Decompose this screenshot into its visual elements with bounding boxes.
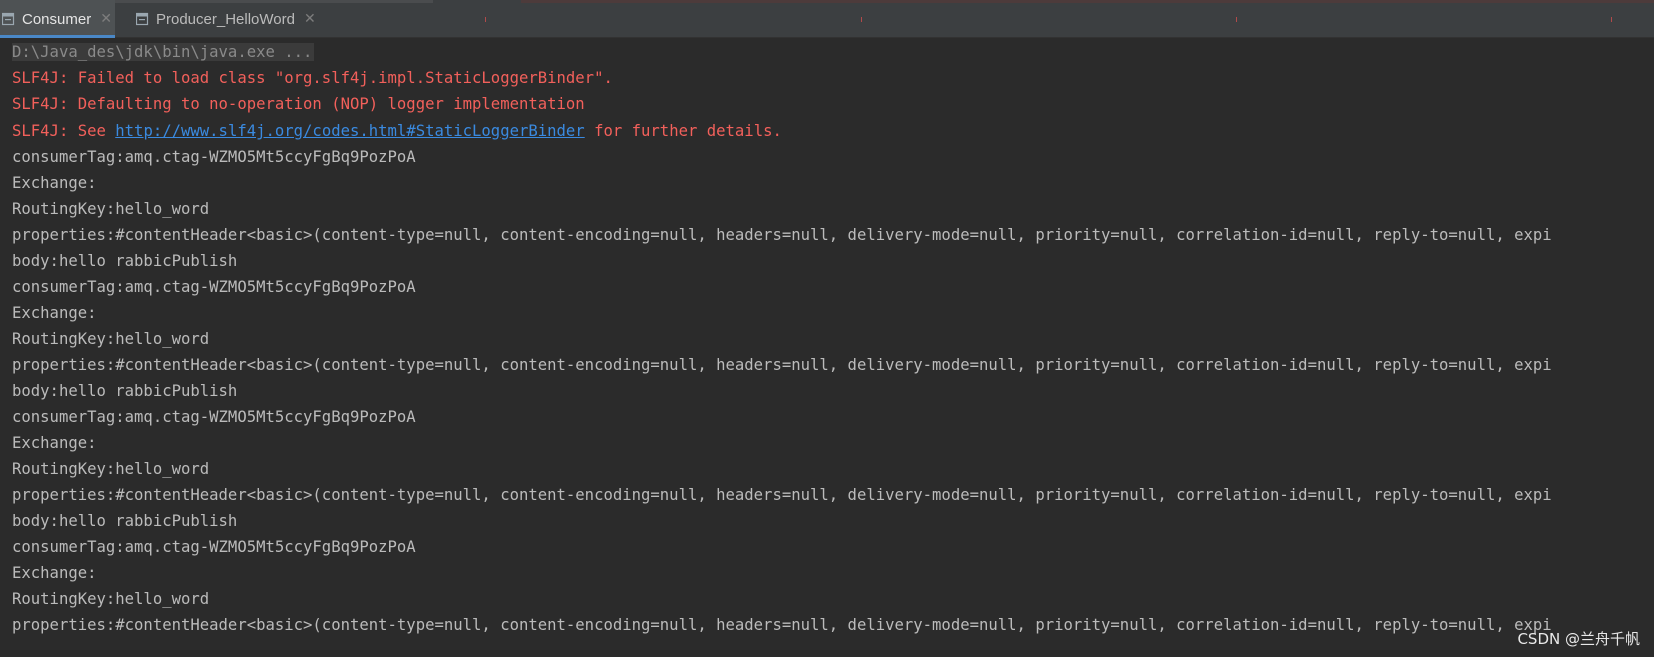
tab-producer-helloword[interactable]: Producer_HelloWord ✕ <box>134 0 344 38</box>
exchange-line: Exchange: <box>12 434 97 452</box>
consumer-tag-line: consumerTag:amq.ctag-WZMO5Mt5ccyFgBq9Poz… <box>12 538 416 556</box>
run-config-icon <box>136 12 150 26</box>
routing-key-line: RoutingKey:hello_word <box>12 200 210 218</box>
console-line-error: SLF4J: Failed to load class "org.slf4j.i… <box>12 69 613 87</box>
consumer-tag-line: consumerTag:amq.ctag-WZMO5Mt5ccyFgBq9Poz… <box>12 278 416 296</box>
tab-label: Consumer <box>22 10 92 28</box>
divider-marker <box>1611 17 1612 22</box>
run-tab-bar: Consumer ✕ Producer_HelloWord ✕ <box>0 0 1654 38</box>
body-line: body:hello rabbicPublish <box>12 382 238 400</box>
routing-key-line: RoutingKey:hello_word <box>12 330 210 348</box>
consumer-tag-line: consumerTag:amq.ctag-WZMO5Mt5ccyFgBq9Poz… <box>12 408 416 426</box>
console-line-error: SLF4J: Defaulting to no-operation (NOP) … <box>12 95 585 113</box>
slf4j-docs-link[interactable]: http://www.slf4j.org/codes.html#StaticLo… <box>115 122 584 140</box>
exchange-line: Exchange: <box>12 174 97 192</box>
routing-key-line: RoutingKey:hello_word <box>12 460 210 478</box>
properties-line: properties:#contentHeader<basic>(content… <box>12 616 1552 634</box>
properties-line: properties:#contentHeader<basic>(content… <box>12 226 1552 244</box>
command-line: D:\Java_des\jdk\bin\java.exe ... <box>12 43 315 61</box>
close-icon[interactable]: ✕ <box>304 11 316 27</box>
tab-consumer[interactable]: Consumer ✕ <box>0 0 115 38</box>
divider-marker <box>485 17 486 22</box>
ide-run-window: Consumer ✕ Producer_HelloWord ✕ D:\Java_… <box>0 0 1654 657</box>
tab-label: Producer_HelloWord <box>156 10 295 28</box>
divider-marker <box>861 17 862 22</box>
exchange-line: Exchange: <box>12 304 97 322</box>
tab-strip-top-border-right <box>521 0 1654 3</box>
csdn-watermark: CSDN @兰舟千帆 <box>1517 630 1640 648</box>
exchange-line: Exchange: <box>12 564 97 582</box>
console-output[interactable]: D:\Java_des\jdk\bin\java.exe ... SLF4J: … <box>0 38 1654 657</box>
close-icon[interactable]: ✕ <box>100 11 112 27</box>
console-line-command: D:\Java_des\jdk\bin\java.exe ... <box>12 40 315 64</box>
properties-line: properties:#contentHeader<basic>(content… <box>12 486 1552 504</box>
run-config-icon <box>2 12 16 26</box>
consumer-tag-line: consumerTag:amq.ctag-WZMO5Mt5ccyFgBq9Poz… <box>12 148 416 166</box>
routing-key-line: RoutingKey:hello_word <box>12 590 210 608</box>
error-text: for further details. <box>584 122 782 140</box>
error-text: SLF4J: See <box>12 122 116 140</box>
body-line: body:hello rabbicPublish <box>12 252 238 270</box>
divider-marker <box>1236 17 1237 22</box>
properties-line: properties:#contentHeader<basic>(content… <box>12 356 1552 374</box>
body-line: body:hello rabbicPublish <box>12 512 238 530</box>
console-line-error: SLF4J: See http://www.slf4j.org/codes.ht… <box>12 119 782 143</box>
